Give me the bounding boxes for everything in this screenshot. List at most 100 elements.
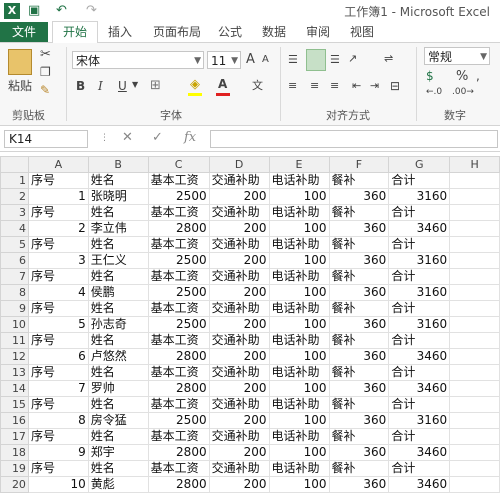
cell[interactable]: 餐补 [328, 364, 390, 381]
cell[interactable]: 姓名 [87, 364, 149, 381]
cell[interactable]: 合计 [388, 172, 451, 189]
cell[interactable]: 100 [268, 476, 330, 493]
cell[interactable]: 100 [268, 220, 330, 237]
bold-button[interactable]: B [76, 79, 85, 93]
chevron-down-icon[interactable]: ▼ [132, 80, 138, 89]
copy-icon[interactable]: ❐ [40, 65, 51, 79]
column-header[interactable]: E [268, 156, 330, 173]
column-header[interactable]: A [27, 156, 89, 173]
font-name-select[interactable]: 宋体 ▼ [72, 51, 204, 69]
row-header[interactable]: 5 [0, 236, 29, 253]
cell[interactable]: 电话补助 [268, 428, 330, 445]
merge-center-icon[interactable]: ⊟ [390, 79, 400, 93]
cell[interactable] [449, 300, 500, 317]
cell[interactable]: 电话补助 [268, 332, 330, 349]
cell[interactable]: 姓名 [87, 332, 149, 349]
row-header[interactable]: 17 [0, 428, 29, 445]
cell[interactable]: 合计 [388, 364, 451, 381]
cell[interactable]: 交通补助 [208, 364, 270, 381]
tab-insert[interactable]: 插入 [100, 22, 140, 42]
cell[interactable]: 电话补助 [268, 204, 330, 221]
cell[interactable] [449, 476, 500, 493]
tab-data[interactable]: 数据 [254, 22, 294, 42]
cell[interactable]: 360 [328, 252, 390, 269]
paste-button[interactable]: 粘贴 [8, 77, 32, 94]
font-color-button[interactable]: A [218, 77, 227, 91]
cell[interactable]: 3160 [388, 316, 451, 333]
cell[interactable]: 基本工资 [147, 268, 210, 285]
redo-icon[interactable]: ↷ [86, 3, 97, 19]
cell[interactable]: 100 [268, 380, 330, 397]
align-top-icon[interactable]: ☰ [288, 53, 298, 66]
cell[interactable]: 200 [208, 188, 270, 205]
cell[interactable]: 序号 [27, 172, 89, 189]
cell[interactable]: 王仁义 [87, 252, 149, 269]
cell[interactable]: 电话补助 [268, 172, 330, 189]
cut-icon[interactable]: ✂ [40, 47, 51, 62]
cell[interactable]: 罗帅 [87, 380, 149, 397]
font-size-select[interactable]: 11 ▼ [207, 51, 241, 69]
cell[interactable]: 2500 [147, 412, 210, 429]
fill-color-icon[interactable]: ◈ [190, 77, 200, 92]
row-header[interactable]: 11 [0, 332, 29, 349]
cell[interactable]: 电话补助 [268, 396, 330, 413]
align-middle-icon[interactable] [306, 49, 326, 71]
cell[interactable] [449, 236, 500, 253]
cell[interactable]: 360 [328, 348, 390, 365]
row-header[interactable]: 16 [0, 412, 29, 429]
cell[interactable]: 合计 [388, 268, 451, 285]
cell[interactable]: 2800 [147, 476, 210, 493]
enter-icon[interactable]: ✓ [152, 130, 163, 145]
cell[interactable] [449, 348, 500, 365]
cell[interactable]: 餐补 [328, 268, 390, 285]
shrink-font-button[interactable]: A [262, 54, 269, 65]
cell[interactable]: 餐补 [328, 396, 390, 413]
cell[interactable]: 合计 [388, 300, 451, 317]
cell[interactable]: 合计 [388, 236, 451, 253]
cell[interactable]: 5 [27, 316, 89, 333]
cell[interactable]: 基本工资 [147, 236, 210, 253]
cell[interactable]: 2500 [147, 188, 210, 205]
cell[interactable]: 交通补助 [208, 428, 270, 445]
cell[interactable]: 2500 [147, 284, 210, 301]
cell[interactable]: 交通补助 [208, 172, 270, 189]
cell[interactable]: 3460 [388, 220, 451, 237]
cell[interactable]: 餐补 [328, 204, 390, 221]
row-header[interactable]: 6 [0, 252, 29, 269]
cell[interactable]: 100 [268, 316, 330, 333]
tab-formulas[interactable]: 公式 [210, 22, 250, 42]
cell[interactable]: 合计 [388, 332, 451, 349]
cell[interactable]: 电话补助 [268, 364, 330, 381]
grow-font-button[interactable]: A [246, 52, 255, 67]
cell[interactable] [449, 412, 500, 429]
row-header[interactable]: 3 [0, 204, 29, 221]
cell[interactable]: 3460 [388, 380, 451, 397]
cell[interactable]: 序号 [27, 332, 89, 349]
row-header[interactable]: 10 [0, 316, 29, 333]
cell[interactable]: 3160 [388, 412, 451, 429]
cell[interactable]: 2800 [147, 348, 210, 365]
cell[interactable] [449, 252, 500, 269]
increase-decimal-icon[interactable]: ←.0 [426, 87, 442, 97]
row-header[interactable]: 9 [0, 300, 29, 317]
cell[interactable]: 序号 [27, 300, 89, 317]
cell[interactable]: 100 [268, 348, 330, 365]
cell[interactable]: 基本工资 [147, 332, 210, 349]
row-header[interactable]: 7 [0, 268, 29, 285]
cell[interactable]: 3460 [388, 476, 451, 493]
cell[interactable]: 基本工资 [147, 428, 210, 445]
decrease-decimal-icon[interactable]: .00→ [452, 87, 474, 97]
cell[interactable]: 餐补 [328, 300, 390, 317]
cell[interactable]: 360 [328, 444, 390, 461]
cell[interactable] [449, 396, 500, 413]
cell[interactable]: 360 [328, 284, 390, 301]
cell[interactable]: 基本工资 [147, 172, 210, 189]
cell[interactable] [449, 380, 500, 397]
cell[interactable]: 基本工资 [147, 364, 210, 381]
borders-icon[interactable]: ⊞ [150, 78, 161, 93]
column-header[interactable]: F [328, 156, 390, 173]
cell[interactable]: 序号 [27, 204, 89, 221]
cell[interactable] [449, 220, 500, 237]
cell[interactable]: 200 [208, 316, 270, 333]
cell[interactable]: 2800 [147, 380, 210, 397]
